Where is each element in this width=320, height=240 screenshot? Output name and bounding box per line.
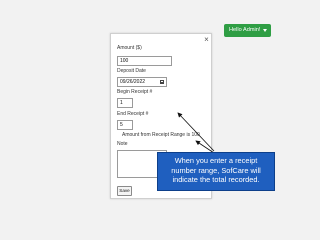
- deposit-date-input[interactable]: 09/26/2022: [117, 77, 167, 87]
- end-receipt-label: End Receipt #: [117, 111, 149, 117]
- amount-label: Amount ($): [117, 45, 142, 51]
- begin-receipt-label: Begin Receipt #: [117, 89, 153, 95]
- callout-line-1: When you enter a receipt: [174, 156, 258, 165]
- calendar-icon[interactable]: [160, 80, 164, 84]
- deposit-date-label: Deposit Date: [117, 68, 146, 74]
- user-menu-button[interactable]: Hello Admin!: [224, 24, 271, 37]
- end-receipt-input[interactable]: 5: [117, 120, 133, 130]
- end-receipt-value: 5: [120, 122, 123, 128]
- user-menu-label: Hello Admin!: [229, 27, 261, 33]
- begin-receipt-value: 1: [120, 100, 123, 106]
- caret-down-icon: [263, 29, 267, 32]
- range-summary-text: Amount from Receipt Range is 100: [122, 132, 200, 138]
- amount-input[interactable]: 100: [117, 56, 172, 66]
- deposit-date-value: 09/26/2022: [120, 79, 146, 85]
- callout-line-2: number range, SofCare will: [171, 165, 261, 175]
- note-label: Note: [117, 141, 128, 147]
- close-icon[interactable]: ×: [202, 35, 211, 44]
- begin-receipt-input[interactable]: 1: [117, 98, 133, 108]
- callout-line-3: indicate the total recorded.: [172, 175, 260, 185]
- amount-value: 100: [120, 58, 129, 64]
- save-button[interactable]: Save: [117, 186, 132, 196]
- info-callout: When you enter a receipt number range, S…: [157, 152, 275, 191]
